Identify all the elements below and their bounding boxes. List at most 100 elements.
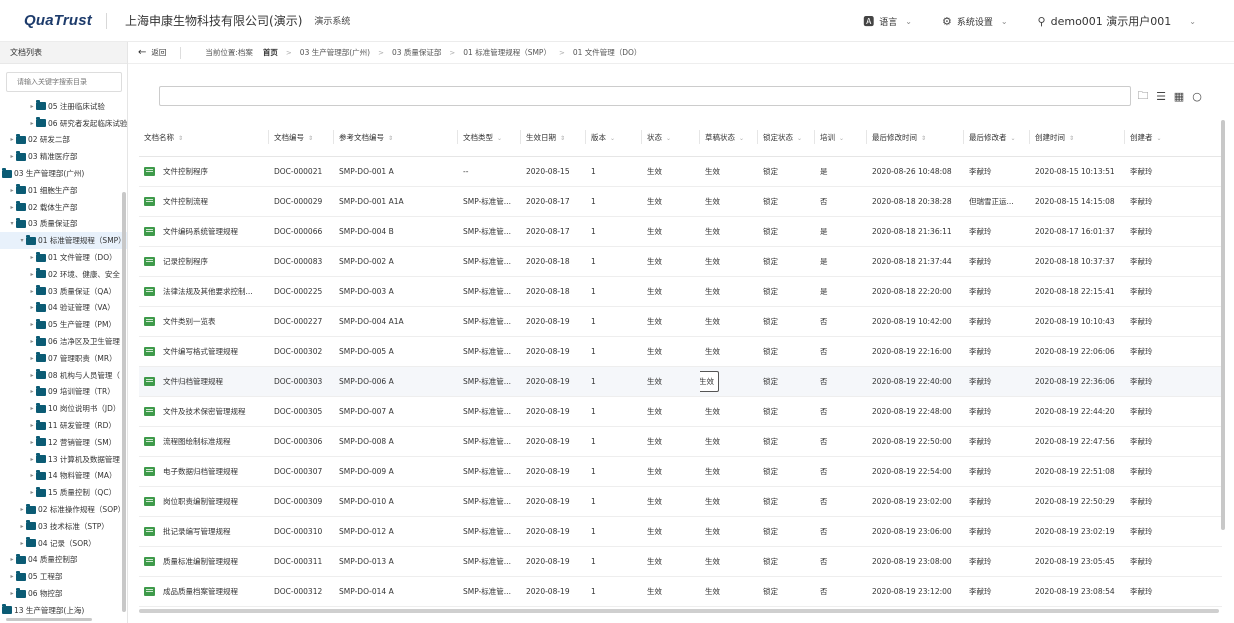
sidebar-horizontal-scrollbar[interactable] — [6, 618, 92, 621]
caret-right-icon[interactable]: ▸ — [28, 288, 36, 295]
caret-right-icon[interactable]: ▸ — [28, 439, 36, 446]
caret-right-icon[interactable]: ▸ — [8, 573, 16, 580]
caret-right-icon[interactable]: ▸ — [28, 472, 36, 479]
tree-item[interactable]: ▸ 06 物控部 — [0, 585, 127, 602]
column-header[interactable]: 锁定状态 ⌄ — [758, 119, 815, 157]
table-row[interactable]: 文件归档管理规程 DOC-000303 SMP-DO-006 A SMP-标准管...… — [139, 366, 1222, 397]
chevron-down-icon[interactable]: ⌄ — [739, 135, 744, 142]
tree-item[interactable]: ▸ 08 机构与人员管理（ — [0, 367, 127, 384]
caret-right-icon[interactable]: ▸ — [8, 556, 16, 563]
column-header[interactable]: 创建时间 ⇕ — [1030, 119, 1125, 157]
user-menu[interactable]: ⚲ demo001 演示用户001 ⌄ — [1038, 13, 1218, 29]
breadcrumb-item[interactable]: 03 生产管理部(广州) — [300, 47, 370, 58]
chevron-down-icon[interactable]: ⌄ — [666, 135, 671, 142]
column-header[interactable]: 生效日期 ⇕ — [521, 119, 586, 157]
settings-menu[interactable]: ⚙ 系统设置 ⌄ — [942, 15, 1008, 28]
column-header[interactable]: 培训 ⌄ — [815, 119, 867, 157]
column-header[interactable]: 创建者 ⌄ — [1125, 119, 1222, 157]
tree-item[interactable]: ▸ 02 载体生产部 — [0, 199, 127, 216]
search-icon[interactable]: ○ — [1188, 88, 1206, 104]
sort-icon[interactable]: ⇕ — [921, 135, 926, 142]
tree-item[interactable]: ▸ 03 技术标准（STP） — [0, 518, 127, 535]
table-row[interactable]: 文件控制流程 DOC-000029 SMP-DO-001 A1A SMP-标准管...… — [139, 186, 1222, 217]
sort-icon[interactable]: ⇕ — [178, 135, 183, 142]
table-cell[interactable]: 文件控制程序 — [139, 156, 269, 187]
tree-search-input[interactable] — [6, 72, 122, 92]
caret-right-icon[interactable]: ▸ — [28, 388, 36, 395]
caret-right-icon[interactable]: ▸ — [8, 136, 16, 143]
table-cell[interactable]: 流程图绘制标准规程 — [139, 426, 269, 457]
table-cell[interactable]: 质量标准编制管理规程 — [139, 546, 269, 577]
caret-right-icon[interactable]: ▸ — [28, 321, 36, 328]
table-cell[interactable]: 岗位职责编制管理规程 — [139, 486, 269, 517]
table-row[interactable]: 文件控制程序 DOC-000021 SMP-DO-001 A -- 2020-08-15… — [139, 156, 1222, 187]
back-button[interactable]: ← 返回 — [138, 47, 166, 58]
breadcrumb-item[interactable]: 首页 — [263, 47, 278, 58]
column-header[interactable]: 状态 ⌄ — [642, 119, 700, 157]
table-cell[interactable]: 文件类别一览表 — [139, 306, 269, 337]
caret-right-icon[interactable]: ▸ — [8, 590, 16, 597]
filter-settings-icon[interactable]: ☰ — [1152, 88, 1170, 104]
tree-item[interactable]: ▾ 01 标准管理规程（SMP） — [0, 232, 127, 250]
breadcrumb-item[interactable]: 03 质量保证部 — [392, 47, 441, 58]
tree-item[interactable]: ▸ 03 质量保证（QA） — [0, 283, 127, 300]
column-header[interactable]: 最后修改者 ⌄ — [964, 119, 1030, 157]
tree-item[interactable]: ▸ 10 岗位说明书（JD） — [0, 400, 127, 417]
tree-item[interactable]: ▸ 06 洁净区及卫生管理 — [0, 333, 127, 350]
chevron-down-icon[interactable]: ⌄ — [610, 135, 615, 142]
tree-item[interactable]: ▸ 01 细胞生产部 — [0, 182, 127, 199]
tree-item[interactable]: ▸ 04 验证管理（VA） — [0, 300, 127, 317]
table-row[interactable]: 岗位职责编制管理规程 DOC-000309 SMP-DO-010 A SMP-标准管.… — [139, 486, 1222, 517]
caret-right-icon[interactable]: ▸ — [28, 103, 36, 110]
table-cell[interactable]: 文件归档管理规程 — [139, 366, 269, 397]
caret-down-icon[interactable]: ▾ — [18, 237, 26, 244]
caret-right-icon[interactable]: ▸ — [28, 489, 36, 496]
caret-right-icon[interactable]: ▸ — [8, 204, 16, 211]
column-header[interactable]: 版本 ⌄ — [586, 119, 642, 157]
column-header[interactable]: 最后修改时间 ⇕ — [867, 119, 964, 157]
tree-item[interactable]: ▸ 01 文件管理（DO） — [0, 249, 127, 266]
caret-right-icon[interactable]: ▸ — [8, 153, 16, 160]
table-horizontal-scrollbar[interactable] — [139, 609, 1219, 613]
caret-right-icon[interactable]: ▸ — [28, 120, 36, 127]
sort-icon[interactable]: ⇕ — [308, 135, 313, 142]
caret-right-icon[interactable]: ▸ — [28, 271, 36, 278]
table-row[interactable]: 文件编写格式管理规程 DOC-000302 SMP-DO-005 A SMP-标准管.… — [139, 336, 1222, 367]
table-cell[interactable]: 文件控制流程 — [139, 186, 269, 217]
folder-icon[interactable]: 🗀 — [1134, 88, 1152, 104]
tree-item[interactable]: ▸ 07 管理职责（MR） — [0, 350, 127, 367]
app-logo[interactable]: QuaTrust — [24, 12, 92, 29]
caret-right-icon[interactable]: ▸ — [28, 304, 36, 311]
tree-item[interactable]: 13 生产管理部(上海) — [0, 602, 127, 619]
tree-item[interactable]: ▸ 05 工程部 — [0, 568, 127, 585]
tree-item[interactable]: ▸ 05 注册临床试验 — [0, 98, 127, 115]
sidebar-scrollbar[interactable] — [122, 192, 126, 612]
column-header[interactable]: 文档名称 ⇕ — [139, 119, 269, 157]
tree-item[interactable]: ▸ 04 记录（SOR） — [0, 535, 127, 552]
sort-icon[interactable]: ⇕ — [560, 135, 565, 142]
table-row[interactable]: 成品质量档案管理规程 DOC-000312 SMP-DO-014 A SMP-标准管.… — [139, 576, 1222, 607]
tree-item[interactable]: ▸ 02 研发二部 — [0, 132, 127, 149]
table-row[interactable]: 文件编码系统管理规程 DOC-000066 SMP-DO-004 B SMP-标准管.… — [139, 216, 1222, 247]
table-cell[interactable]: 文件及技术保密管理规程 — [139, 396, 269, 427]
table-vertical-scrollbar[interactable] — [1221, 120, 1225, 530]
chevron-down-icon[interactable]: ⌄ — [497, 135, 502, 142]
sort-icon[interactable]: ⇕ — [388, 135, 393, 142]
chevron-down-icon[interactable]: ⌄ — [1157, 135, 1162, 142]
tree-item[interactable]: ▸ 12 营销管理（SM） — [0, 434, 127, 451]
table-row[interactable]: 文件及技术保密管理规程 DOC-000305 SMP-DO-007 A SMP-标准管… — [139, 396, 1222, 427]
tree-item[interactable]: ▸ 09 培训管理（TR） — [0, 384, 127, 401]
tree-item[interactable]: ▸ 05 生产管理（PM） — [0, 316, 127, 333]
column-header[interactable]: 文档类型 ⌄ — [458, 119, 521, 157]
caret-right-icon[interactable]: ▸ — [8, 187, 16, 194]
table-cell[interactable]: 成品质量档案管理规程 — [139, 576, 269, 607]
caret-right-icon[interactable]: ▸ — [28, 372, 36, 379]
chevron-down-icon[interactable]: ⌄ — [1011, 135, 1016, 142]
caret-right-icon[interactable]: ▸ — [28, 254, 36, 261]
caret-right-icon[interactable]: ▸ — [18, 506, 26, 513]
table-cell[interactable]: 文件编写格式管理规程 — [139, 336, 269, 367]
column-header[interactable]: 参考文档编号 ⇕ — [334, 119, 458, 157]
tree-item[interactable]: ▸ 02 环境、健康、安全 — [0, 266, 127, 283]
sort-icon[interactable]: ⇕ — [1069, 135, 1074, 142]
tree-item[interactable]: ▸ 04 质量控制部 — [0, 552, 127, 569]
